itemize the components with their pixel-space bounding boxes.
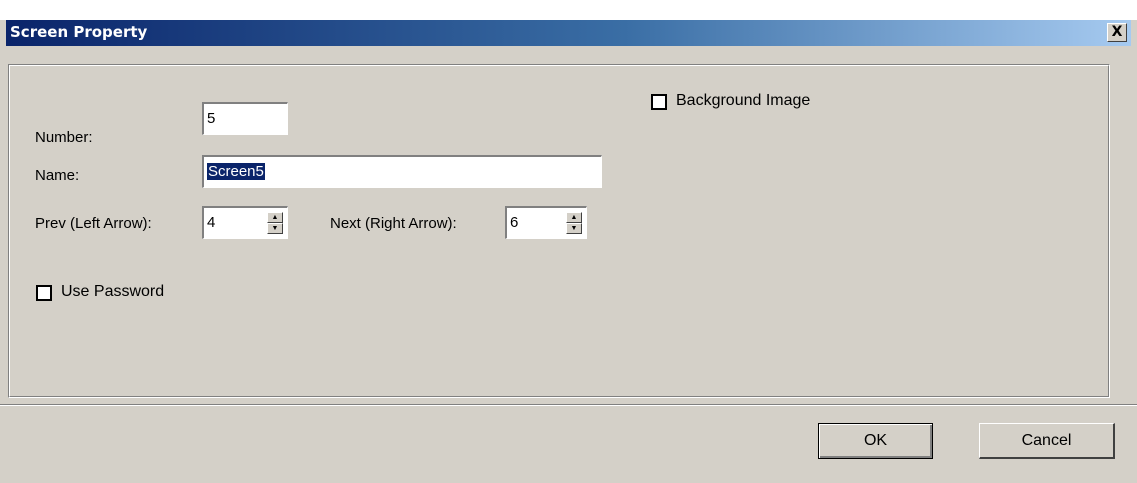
use-password-checkbox[interactable] xyxy=(36,285,52,301)
prev-spinner[interactable]: 4 ▲ ▼ xyxy=(202,206,288,239)
background-image-checkbox[interactable] xyxy=(651,94,667,110)
background-image-label[interactable]: Background Image xyxy=(676,92,810,110)
close-button[interactable]: X xyxy=(1107,23,1127,42)
use-password-label[interactable]: Use Password xyxy=(61,283,164,301)
cancel-button[interactable]: Cancel xyxy=(979,423,1115,459)
close-icon: X xyxy=(1111,24,1123,40)
title-bar[interactable]: Screen Property X xyxy=(6,20,1131,46)
next-label: Next (Right Arrow): xyxy=(330,215,457,232)
screen-property-dialog: Screen Property X Number: 5 Name: Screen… xyxy=(0,0,1137,483)
up-arrow-icon[interactable]: ▲ xyxy=(566,212,582,223)
ok-button[interactable]: OK xyxy=(818,423,933,459)
background-strip xyxy=(0,0,1137,20)
name-value: Screen5 xyxy=(207,163,265,180)
name-label: Name: xyxy=(35,167,80,184)
number-label: Number: xyxy=(35,129,93,146)
prev-value: 4 xyxy=(207,214,216,231)
footer-divider xyxy=(0,404,1137,406)
prev-spinner-buttons: ▲ ▼ xyxy=(267,212,283,234)
name-input[interactable]: Screen5 xyxy=(202,155,602,188)
next-spinner[interactable]: 6 ▲ ▼ xyxy=(505,206,587,239)
number-value: 5 xyxy=(207,110,216,127)
prev-label: Prev (Left Arrow): xyxy=(35,215,152,232)
down-arrow-icon[interactable]: ▼ xyxy=(566,223,582,234)
next-spinner-buttons: ▲ ▼ xyxy=(566,212,582,234)
dialog-title: Screen Property xyxy=(10,23,148,41)
number-input[interactable]: 5 xyxy=(202,102,288,135)
down-arrow-icon[interactable]: ▼ xyxy=(267,223,283,234)
next-value: 6 xyxy=(510,214,519,231)
up-arrow-icon[interactable]: ▲ xyxy=(267,212,283,223)
